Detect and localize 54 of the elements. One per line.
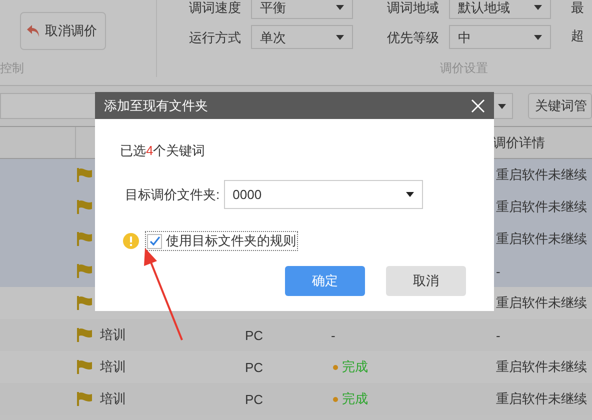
caret-icon <box>336 34 344 40</box>
status-text: - <box>331 328 336 342</box>
setting-dropdown[interactable]: 单次 <box>251 25 353 49</box>
keyword-manage-button[interactable]: 关键词管 <box>528 93 592 119</box>
selection-count-text: 已选4个关键词 <box>120 142 206 160</box>
flag-icon <box>77 168 93 182</box>
warning-icon <box>123 233 139 249</box>
field-label: 目标调价文件夹: <box>125 186 220 204</box>
caret-icon <box>406 192 414 197</box>
table-cell: 培训 <box>100 391 126 406</box>
table-cell: 培训 <box>100 359 126 374</box>
setting-label: 超 <box>571 29 584 42</box>
caret-icon <box>534 4 542 10</box>
table-cell: PC <box>245 392 264 406</box>
flag-icon <box>77 360 93 374</box>
dialog-title: 添加至现有文件夹 <box>104 96 208 114</box>
flag-icon <box>77 296 93 310</box>
setting-dropdown[interactable]: 默认地域 <box>449 0 551 19</box>
setting-dropdown[interactable]: 中 <box>449 25 551 49</box>
caret-icon <box>336 4 344 10</box>
flag-icon <box>77 232 93 246</box>
folder-dropdown[interactable]: 0000 <box>224 180 423 209</box>
setting-label: 运行方式 <box>189 30 241 44</box>
table-cell: 重启软件未继续 <box>496 294 587 312</box>
column-header: 调价详情 <box>493 134 545 152</box>
status-dot <box>333 364 338 370</box>
setting-label: 调词地域 <box>387 0 439 14</box>
table-cell: PC <box>245 328 264 342</box>
table-cell: PC <box>245 360 264 374</box>
flag-icon <box>77 328 93 342</box>
table-cell: 重启软件未继续 <box>496 198 587 216</box>
cancel-pricing-button[interactable]: 取消调价 <box>20 12 106 50</box>
status-text: 完成 <box>342 358 368 376</box>
checkbox[interactable] <box>147 234 162 248</box>
status-text: 完成 <box>342 390 368 408</box>
undo-arrow-icon <box>27 24 41 38</box>
cancel-button[interactable]: 取消 <box>386 266 466 296</box>
table-cell: 培训 <box>100 327 126 342</box>
flag-icon <box>77 392 93 406</box>
setting-label: 优先等级 <box>387 30 439 44</box>
close-icon[interactable] <box>471 98 485 112</box>
table-cell: 重启软件未继续 <box>496 358 587 376</box>
setting-label: 最 <box>571 1 584 14</box>
setting-label: 调词速度 <box>189 0 241 14</box>
table-cell: - <box>496 328 500 342</box>
caret-icon <box>534 34 542 40</box>
status-dot <box>333 396 338 402</box>
flag-icon <box>77 264 93 278</box>
flag-icon <box>77 200 93 214</box>
table-cell: - <box>496 264 500 278</box>
table-cell: 重启软件未继续 <box>496 390 587 408</box>
table-cell: 重启软件未继续 <box>496 166 587 184</box>
table-cell: 重启软件未继续 <box>496 230 587 248</box>
setting-dropdown[interactable]: 平衡 <box>251 0 353 19</box>
